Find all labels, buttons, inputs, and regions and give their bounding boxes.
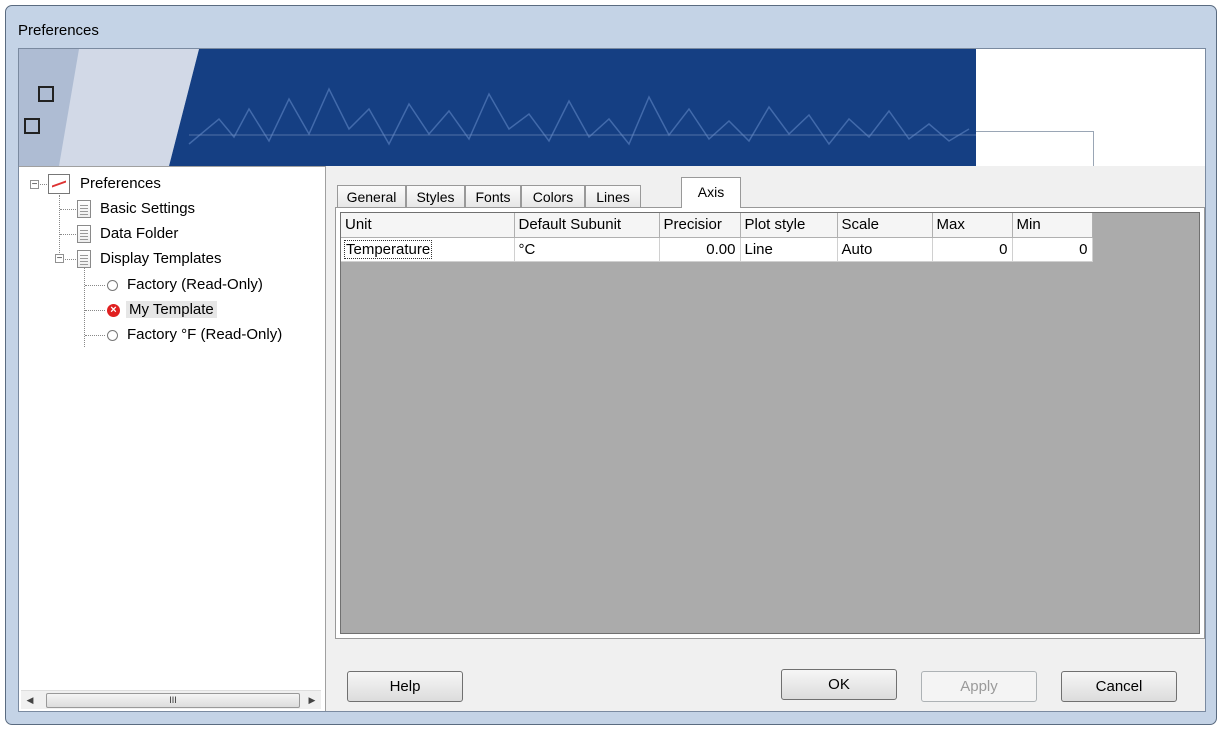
tab-general[interactable]: General (337, 185, 406, 209)
table-row[interactable]: Temperature °C 0.00 Line Auto 0 0 (341, 237, 1093, 262)
tree-horizontal-scrollbar[interactable]: ◀ III ▶ (21, 690, 321, 709)
error-x-icon: × (107, 303, 120, 317)
chart-icon (48, 174, 70, 195)
table-header-row: Unit Default Subunit Precisior Plot styl… (341, 213, 1093, 238)
tree-item-factory-f-read-only[interactable]: Factory °F (Read-Only) (107, 324, 285, 346)
cell-precision[interactable]: 0.00 (659, 237, 741, 262)
radio-empty-icon (107, 279, 118, 291)
scrollbar-thumb[interactable]: III (46, 693, 300, 708)
column-header-max[interactable]: Max (932, 213, 1013, 238)
axis-tab-panel: Unit Default Subunit Precisior Plot styl… (335, 207, 1205, 639)
scroll-left-arrow-icon[interactable]: ◀ (23, 693, 37, 707)
tree-item-basic-settings[interactable]: Basic Settings (77, 198, 198, 220)
apply-button[interactable]: Apply (921, 671, 1037, 702)
column-header-scale[interactable]: Scale (837, 213, 933, 238)
cell-max[interactable]: 0 (932, 237, 1013, 262)
column-header-precision[interactable]: Precisior (659, 213, 741, 238)
tab-lines[interactable]: Lines (585, 185, 641, 209)
document-icon (77, 250, 91, 269)
axis-grid[interactable]: Unit Default Subunit Precisior Plot styl… (340, 212, 1200, 634)
axis-table: Unit Default Subunit Precisior Plot styl… (341, 213, 1093, 262)
cell-scale[interactable]: Auto (837, 237, 933, 262)
preferences-window: Preferences − Preferences Basic Settings… (5, 5, 1217, 725)
cell-plot-style[interactable]: Line (740, 237, 838, 262)
header-banner-image (19, 49, 976, 166)
tree-item-preferences[interactable]: Preferences (48, 173, 164, 195)
window-title: Preferences (18, 22, 99, 39)
tree-item-display-templates[interactable]: Display Templates (77, 248, 224, 270)
cell-min[interactable]: 0 (1012, 237, 1093, 262)
document-icon (77, 225, 91, 244)
column-header-default-subunit[interactable]: Default Subunit (514, 213, 660, 238)
collapse-toggle-display-templates[interactable]: − (55, 254, 64, 264)
radio-empty-icon (107, 329, 118, 341)
tab-fonts[interactable]: Fonts (465, 185, 521, 209)
tree-item-factory-read-only[interactable]: Factory (Read-Only) (107, 274, 266, 296)
title-bar[interactable]: Preferences (6, 6, 1216, 46)
banner-white-area (976, 49, 1205, 166)
tree-item-my-template[interactable]: × My Template (107, 299, 217, 321)
preferences-tree[interactable]: − Preferences Basic Settings Data Folder… (19, 166, 326, 711)
tree-item-data-folder[interactable]: Data Folder (77, 223, 181, 245)
help-button[interactable]: Help (347, 671, 463, 702)
collapse-toggle-preferences[interactable]: − (30, 180, 39, 190)
tab-colors[interactable]: Colors (521, 185, 585, 209)
ok-button[interactable]: OK (781, 669, 897, 700)
cell-default-subunit[interactable]: °C (514, 237, 660, 262)
dialog-client-area: − Preferences Basic Settings Data Folder… (18, 48, 1206, 712)
column-header-plot-style[interactable]: Plot style (740, 213, 838, 238)
banner-chart-graphic (19, 49, 976, 166)
column-header-unit[interactable]: Unit (341, 213, 515, 238)
cancel-button[interactable]: Cancel (1061, 671, 1177, 702)
cell-unit[interactable]: Temperature (341, 237, 515, 262)
scroll-right-arrow-icon[interactable]: ▶ (305, 693, 319, 707)
tab-axis[interactable]: Axis (681, 177, 741, 208)
tab-styles[interactable]: Styles (406, 185, 465, 209)
document-icon (77, 200, 91, 219)
column-header-min[interactable]: Min (1012, 213, 1093, 238)
